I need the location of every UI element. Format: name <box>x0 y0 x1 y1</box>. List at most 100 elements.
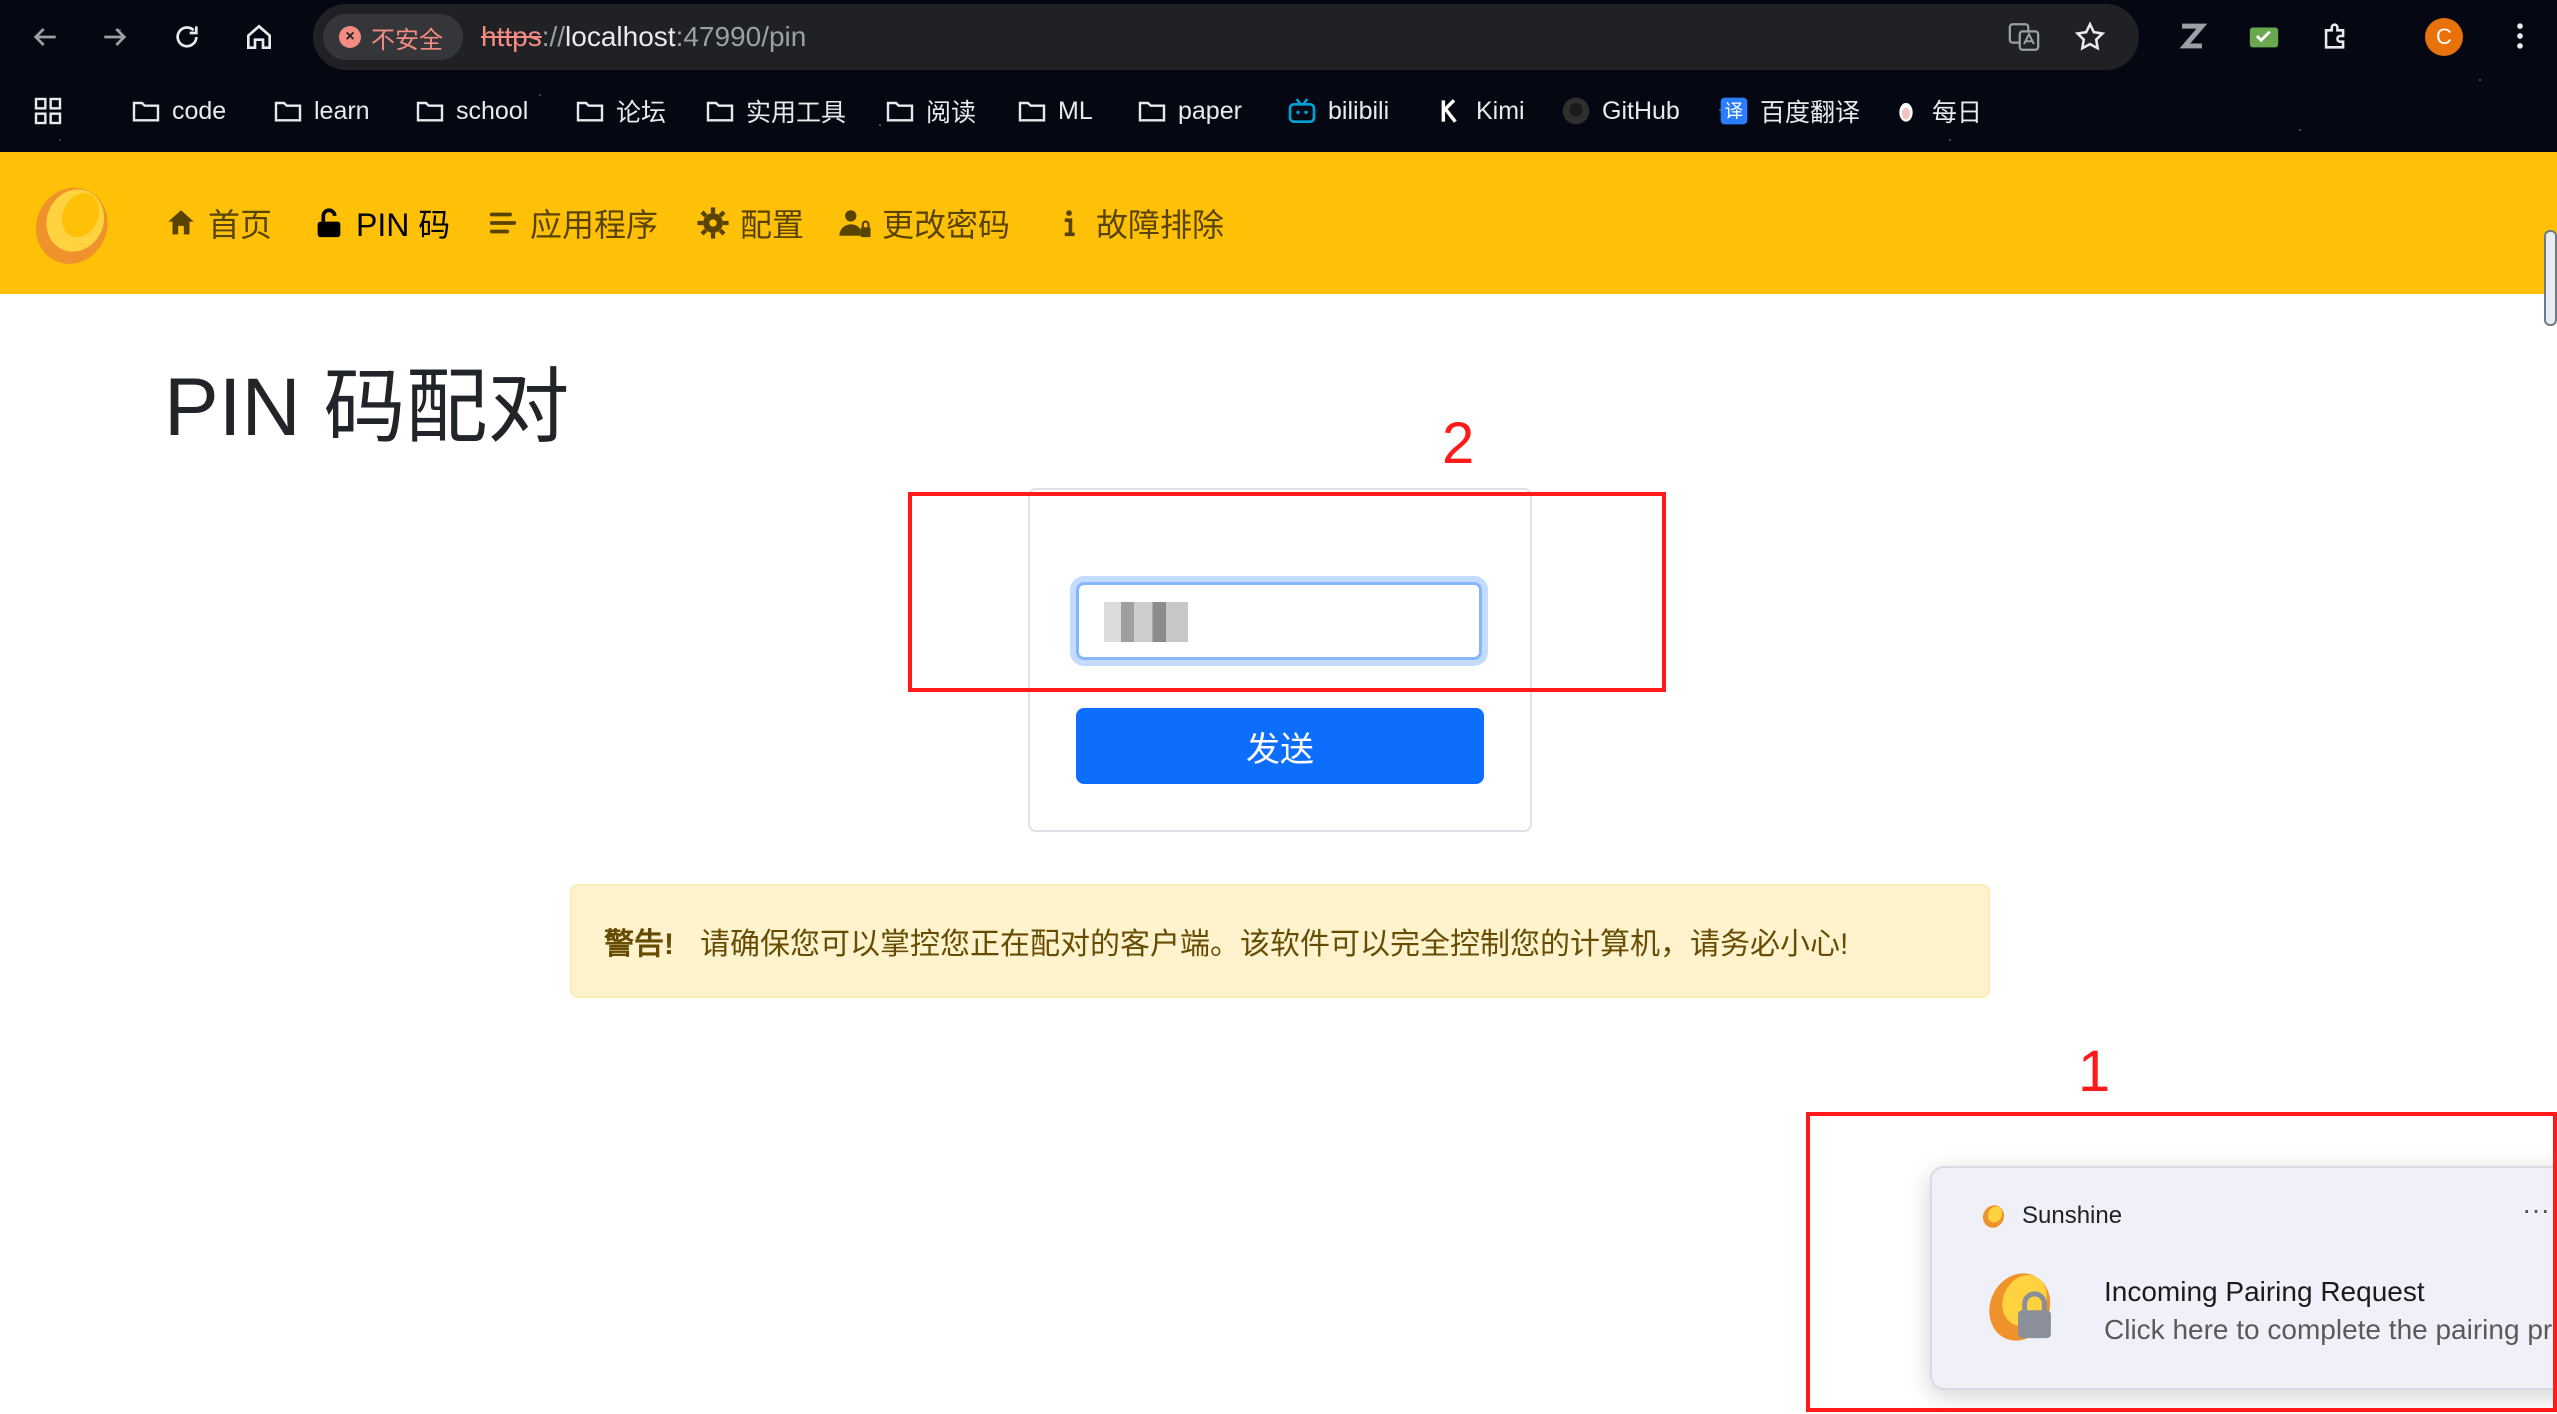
folder-icon <box>132 101 160 122</box>
nav-label: 故障排除 <box>1096 207 1225 243</box>
bookmarks-bar: code learn school 论坛 实用工具 阅读 ML paper bi… <box>0 82 2557 140</box>
nav-label: 首页 <box>208 207 273 243</box>
security-label: 不安全 <box>371 26 443 54</box>
home-icon <box>168 210 194 235</box>
not-secure-icon: × <box>339 26 361 48</box>
bookmark-item[interactable]: 阅读 <box>884 82 976 140</box>
send-button[interactable]: 发送 <box>1076 708 1484 784</box>
annotation-box-1 <box>1806 1112 2557 1412</box>
bookmark-label: GitHub <box>1602 96 1680 125</box>
app-navbar: 首页 PIN 码 应用程序 配置 更改密码 故障排除 <box>0 152 2557 294</box>
url-host: localhost <box>565 21 676 52</box>
folder-icon <box>886 101 914 122</box>
extension-mail-button[interactable] <box>2242 14 2286 58</box>
bookmark-item[interactable]: paper <box>1136 82 1242 140</box>
extensions-button[interactable] <box>2314 14 2358 58</box>
nav-label: 更改密码 <box>882 207 1011 243</box>
more-vert-icon <box>2517 23 2523 49</box>
nav-configuration[interactable]: 配置 <box>696 152 804 294</box>
bookmark-label: learn <box>314 96 370 125</box>
address-bar[interactable]: × 不安全 https://localhost:47990/pin <box>313 4 2139 70</box>
nav-label: PIN 码 <box>356 207 451 243</box>
warning-alert: 警告! 请确保您可以掌控您正在配对的客户端。该软件可以完全控制您的计算机，请务必… <box>570 884 1990 998</box>
bookmark-item[interactable]: ML <box>1016 82 1093 140</box>
bookmark-item[interactable]: school <box>414 82 528 140</box>
arrow-right-icon <box>104 28 127 46</box>
mail-check-icon <box>2249 27 2279 48</box>
bookmark-item[interactable]: learn <box>272 82 370 140</box>
bookmark-item[interactable]: 论坛 <box>574 82 666 140</box>
svg-text:译: 译 <box>1725 102 1744 123</box>
puzzle-icon <box>2324 23 2345 49</box>
sunshine-logo[interactable] <box>26 180 114 268</box>
forward-button[interactable] <box>92 14 138 60</box>
bookmark-label: school <box>456 96 529 125</box>
bookmark-label: code <box>172 96 227 125</box>
baidu-translate-icon: 译 <box>1720 97 1748 125</box>
warning-strong: 警告! <box>604 928 674 961</box>
warning-text: 请确保您可以掌控您正在配对的客户端。该软件可以完全控制您的计算机，请务必小心! <box>700 928 1849 961</box>
z-extension-icon <box>2179 23 2208 49</box>
page-title: PIN 码配对 <box>164 362 570 453</box>
folder-icon <box>576 101 604 122</box>
bookmark-item[interactable]: Kimi <box>1434 82 1525 140</box>
apps-button[interactable] <box>32 82 64 140</box>
annotation-box-2 <box>908 492 1666 692</box>
bookmark-label: bilibili <box>1328 96 1390 125</box>
home-outline-icon <box>247 24 271 49</box>
nav-troubleshooting[interactable]: 故障排除 <box>1052 152 1224 294</box>
extension-z-button[interactable] <box>2170 14 2214 58</box>
url-path: :47990/pin <box>675 21 807 52</box>
bookmark-label: 每日 <box>1932 99 1983 127</box>
home-button[interactable] <box>236 14 282 60</box>
bookmark-label: 百度翻译 <box>1760 99 1861 127</box>
url-text[interactable]: https://localhost:47990/pin <box>481 4 806 70</box>
folder-icon <box>706 101 734 122</box>
browser-menu-button[interactable] <box>2498 14 2542 58</box>
bookmark-label: 实用工具 <box>746 99 847 127</box>
folder-icon <box>1138 101 1166 122</box>
apps-grid-icon <box>34 97 62 125</box>
github-icon <box>1562 97 1590 125</box>
folder-icon <box>1018 101 1046 122</box>
penguin-icon <box>1899 103 1913 122</box>
reload-button[interactable] <box>164 14 210 60</box>
translate-icon[interactable] <box>2007 20 2041 54</box>
bookmark-item[interactable]: bilibili <box>1286 82 1389 140</box>
nav-change-password[interactable]: 更改密码 <box>838 152 1010 294</box>
nav-label: 配置 <box>740 207 805 243</box>
browser-chrome: × 不安全 https://localhost:47990/pin C code… <box>0 0 2557 152</box>
star-icon[interactable] <box>2073 20 2107 54</box>
url-separator: :// <box>541 21 566 52</box>
bookmark-label: 阅读 <box>926 99 977 127</box>
back-button[interactable] <box>22 14 68 60</box>
nav-pin[interactable]: PIN 码 <box>312 152 450 294</box>
bookmark-item[interactable]: GitHub <box>1560 82 1680 140</box>
annotation-label-2: 2 <box>1442 411 1475 476</box>
bookmark-item[interactable]: code <box>130 82 226 140</box>
annotation-label-1: 1 <box>2078 1039 2111 1104</box>
page-scrollbar[interactable] <box>2544 230 2557 326</box>
url-protocol: https <box>481 21 542 52</box>
bookmark-label: ML <box>1058 96 1093 125</box>
nav-applications[interactable]: 应用程序 <box>486 152 658 294</box>
bookmark-item[interactable]: 译 百度翻译 <box>1718 82 1860 140</box>
bookmark-item[interactable]: 实用工具 <box>704 82 846 140</box>
folder-icon <box>416 101 444 122</box>
bookmark-label: paper <box>1178 96 1242 125</box>
gear-icon <box>697 207 729 239</box>
profile-avatar[interactable]: C <box>2425 18 2463 56</box>
arrow-left-icon <box>33 28 56 46</box>
info-icon <box>1064 210 1075 237</box>
bilibili-icon <box>1288 98 1316 123</box>
nav-home[interactable]: 首页 <box>164 152 272 294</box>
nav-label: 应用程序 <box>530 207 659 243</box>
bookmark-label: Kimi <box>1476 96 1525 125</box>
user-lock-icon <box>839 210 871 238</box>
folder-icon <box>274 101 302 122</box>
unlock-icon <box>317 208 341 238</box>
kimi-icon <box>1441 99 1457 123</box>
bookmark-label: 论坛 <box>616 99 667 127</box>
security-chip[interactable]: × 不安全 <box>323 14 463 60</box>
bookmark-item[interactable]: 每日 <box>1890 82 1982 140</box>
